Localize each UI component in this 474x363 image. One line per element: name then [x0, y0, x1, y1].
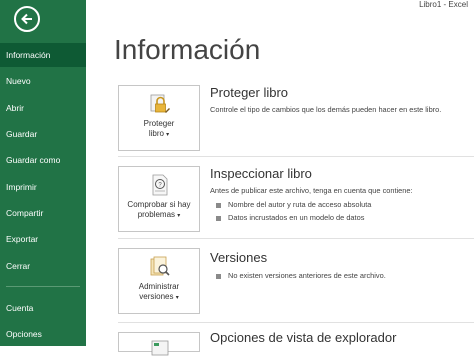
page-title: Información — [114, 34, 261, 65]
inspect-document-icon: ? — [152, 174, 168, 196]
protect-workbook-button[interactable]: Proteger libro ▾ — [118, 85, 200, 151]
nav-cerrar[interactable]: Cerrar — [0, 254, 86, 278]
browser-view-options-button[interactable] — [118, 332, 200, 356]
section-divider — [118, 238, 474, 239]
inspect-bullet-author: Nombre del autor y ruta de acceso absolu… — [228, 200, 372, 209]
bullet-marker — [216, 203, 221, 208]
nav-guardar-como[interactable]: Guardar como — [0, 148, 86, 172]
back-button[interactable] — [14, 6, 40, 32]
nav-cuenta[interactable]: Cuenta — [0, 296, 86, 320]
protect-workbook-description: Controle el tipo de cambios que los demá… — [210, 105, 442, 114]
nav-informacion[interactable]: Información — [0, 43, 86, 67]
protect-workbook-title: Proteger libro — [210, 85, 289, 100]
inspect-workbook-description: Antes de publicar este archivo, tenga en… — [210, 186, 413, 195]
inspect-workbook-title: Inspeccionar libro — [210, 166, 312, 181]
bullet-marker — [216, 274, 221, 279]
nav-guardar[interactable]: Guardar — [0, 122, 86, 146]
back-arrow-icon — [21, 13, 32, 25]
nav-exportar[interactable]: Exportar — [0, 227, 86, 251]
versions-title: Versiones — [210, 250, 268, 265]
nav-imprimir[interactable]: Imprimir — [0, 175, 86, 199]
browser-view-icon — [151, 340, 169, 356]
section-divider — [118, 322, 474, 323]
window-title: Libro1 - Excel — [419, 0, 468, 9]
backstage-sidebar: Información Nuevo Abrir Guardar Guardar … — [0, 0, 86, 346]
nav-abrir[interactable]: Abrir — [0, 96, 86, 120]
inspect-bullet-data-model: Datos incrustados en un modelo de datos — [228, 213, 365, 222]
check-issues-label: Comprobar si hay problemas ▾ — [127, 200, 191, 219]
browser-view-options-title: Opciones de vista de explorador — [210, 330, 397, 345]
nav-compartir[interactable]: Compartir — [0, 201, 86, 225]
bullet-marker — [216, 216, 221, 221]
manage-versions-label: Administrar versiones ▾ — [138, 282, 180, 301]
check-issues-button[interactable]: ? Comprobar si hay problemas ▾ — [118, 166, 200, 232]
manage-versions-button[interactable]: Administrar versiones ▾ — [118, 248, 200, 314]
lock-icon — [150, 94, 170, 113]
versions-icon — [150, 256, 170, 276]
versions-bullet-none: No existen versiones anteriores de este … — [228, 271, 386, 280]
nav-opciones[interactable]: Opciones — [0, 322, 86, 346]
protect-workbook-label: Proteger libro ▾ — [143, 119, 175, 138]
section-divider — [118, 156, 474, 157]
sidebar-divider — [6, 286, 80, 287]
nav-nuevo[interactable]: Nuevo — [0, 69, 86, 93]
